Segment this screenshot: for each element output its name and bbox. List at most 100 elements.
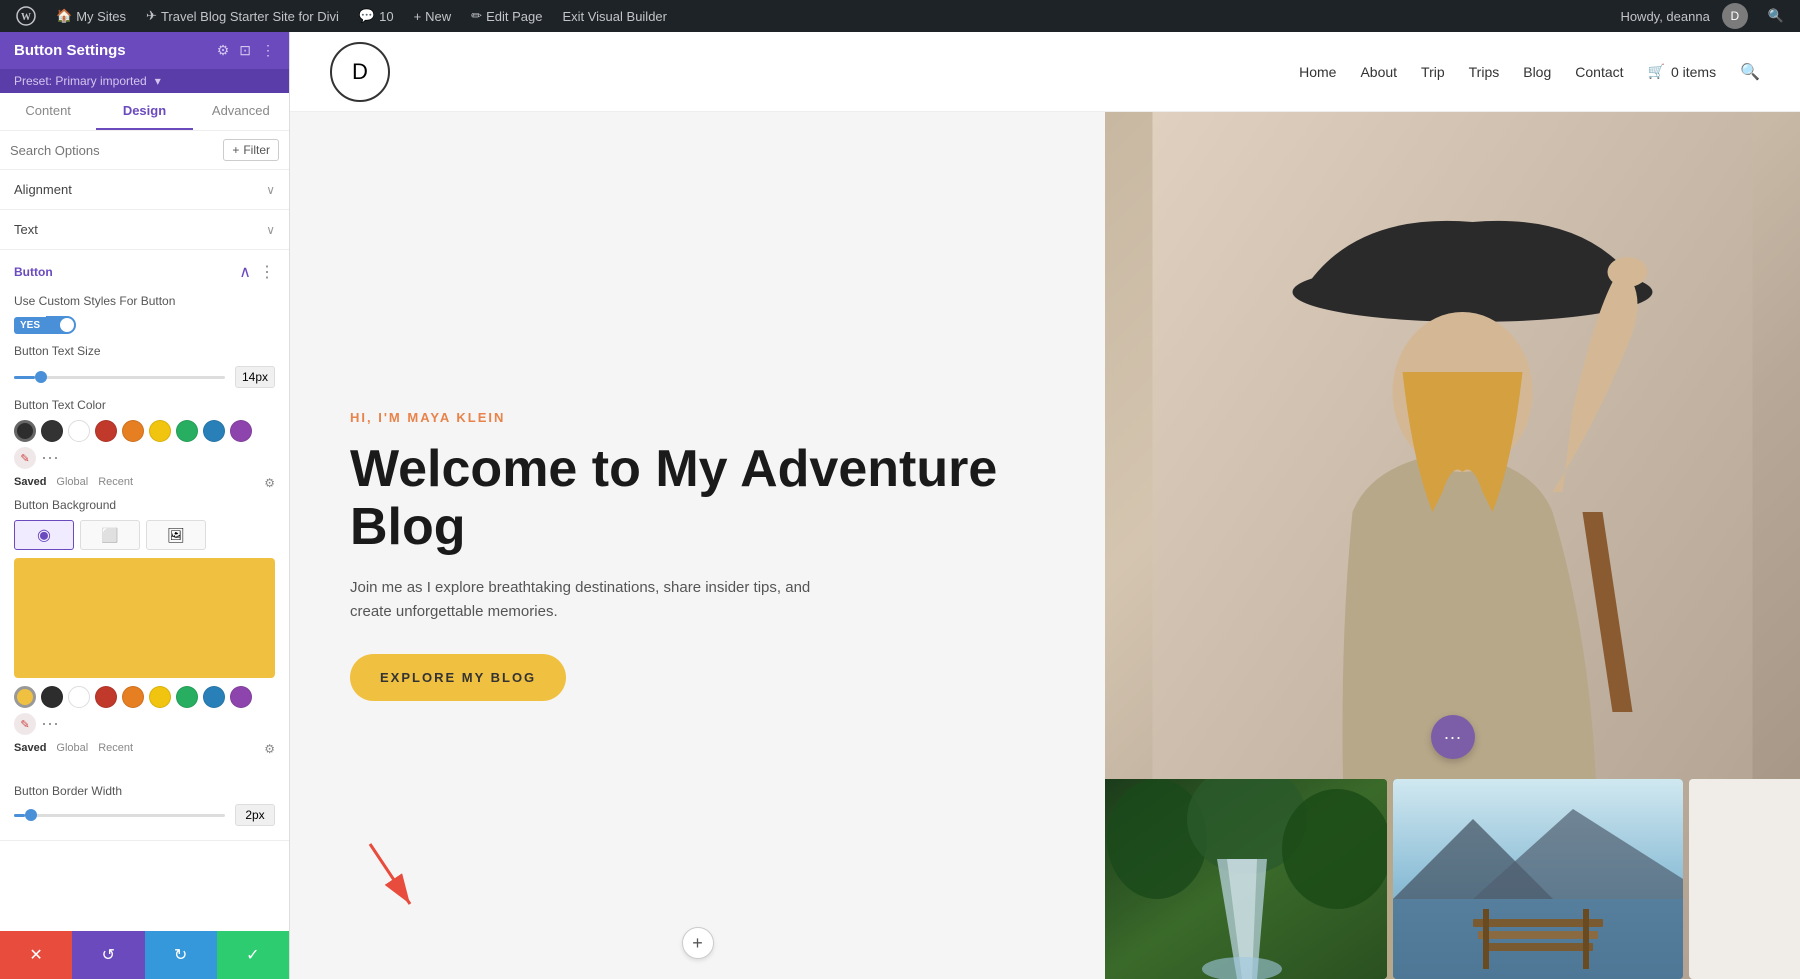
new-item[interactable]: + New [406,0,460,32]
my-sites-item[interactable]: 🏠 My Sites [48,0,134,32]
bg-color-preview[interactable] [14,558,275,678]
bg-color-settings-icon[interactable]: ⚙ [264,742,275,756]
text-size-label-row: Button Text Size [14,344,275,358]
bg-swatch-white[interactable] [68,686,90,708]
border-width-value[interactable]: 2px [235,804,275,826]
options-bubble-button[interactable]: ··· [1431,715,1475,759]
new-label: New [425,9,451,24]
bg-type-row: ◉ ⬜ 🖼 [14,520,275,550]
text-color-label-row: Button Text Color [14,398,275,412]
panel-settings-icon[interactable]: ⚙ [217,42,230,59]
photo-lake [1393,779,1683,979]
hero-subtitle: Join me as I explore breathtaking destin… [350,576,830,624]
filter-plus-icon: + [232,143,239,157]
border-slider-track[interactable] [14,814,225,817]
nav-trip[interactable]: Trip [1421,64,1445,80]
panel-tabs: Content Design Advanced [0,93,289,131]
nav-blog[interactable]: Blog [1523,64,1551,80]
admin-bar-right: Howdy, deanna D 🔍 [1620,0,1792,32]
tab-design[interactable]: Design [96,93,192,130]
edit-page-item[interactable]: ✏ Edit Page [463,0,550,32]
swatch-yellow[interactable] [149,420,171,442]
swatch-darkgray[interactable] [41,420,63,442]
hero-cta-button[interactable]: EXPLORE MY BLOG [350,654,566,701]
bg-swatch-black[interactable] [41,686,63,708]
text-size-slider-thumb[interactable] [35,371,47,383]
wp-logo-icon: W [16,6,36,26]
nav-contact[interactable]: Contact [1575,64,1623,80]
cancel-icon: ✕ [29,945,42,965]
bg-swatch-red[interactable] [95,686,117,708]
bg-gradient-btn[interactable]: ⬜ [80,520,140,550]
swatch-blue[interactable] [203,420,225,442]
border-slider-thumb[interactable] [25,809,37,821]
reset-button[interactable]: ↺ [72,931,144,979]
bg-color-recent[interactable]: Recent [98,742,133,756]
bg-swatch-orange[interactable] [122,686,144,708]
panel-preset[interactable]: Preset: Primary imported ▾ [0,69,289,93]
text-color-saved[interactable]: Saved [14,476,46,490]
search-admin-item[interactable]: 🔍 [1760,0,1792,32]
text-color-settings-icon[interactable]: ⚙ [264,476,275,490]
bg-swatch-blue[interactable] [203,686,225,708]
swatch-orange[interactable] [122,420,144,442]
avatar-item[interactable]: D [1714,0,1756,32]
border-width-label: Button Border Width [14,784,275,798]
alignment-header[interactable]: Alignment ∨ [0,170,289,209]
bg-swatch-green[interactable] [176,686,198,708]
swatch-black[interactable] [14,420,36,442]
options-icon: ··· [1444,727,1462,748]
filter-label: Filter [243,143,270,157]
travel-blog-item[interactable]: ✈ Travel Blog Starter Site for Divi [138,0,347,32]
text-color-more-icon[interactable]: ··· [41,447,59,470]
text-color-picker-icon[interactable]: ✎ [14,447,36,469]
add-section-button[interactable]: + [682,927,714,959]
nav-about[interactable]: About [1360,64,1397,80]
bg-color-global[interactable]: Global [56,742,88,756]
save-button[interactable]: ✓ [217,931,289,979]
text-color-recent[interactable]: Recent [98,476,133,490]
nav-trips[interactable]: Trips [1469,64,1500,80]
exit-builder-item[interactable]: Exit Visual Builder [554,0,675,32]
my-sites-icon: 🏠 [56,8,72,24]
panel-layout-icon[interactable]: ⊡ [239,42,251,59]
site-logo[interactable]: D [330,42,390,102]
bg-swatch-purple[interactable] [230,686,252,708]
cancel-button[interactable]: ✕ [0,931,72,979]
bg-color-more-icon[interactable]: ··· [41,713,59,736]
swatch-purple[interactable] [230,420,252,442]
tab-advanced[interactable]: Advanced [193,93,289,130]
panel-menu-icon[interactable]: ⋮ [261,42,275,59]
tab-content[interactable]: Content [0,93,96,130]
bg-color-picker-icon[interactable]: ✎ [14,713,36,735]
bg-color-saved[interactable]: Saved [14,742,46,756]
swatch-red[interactable] [95,420,117,442]
nav-home[interactable]: Home [1299,64,1336,80]
text-size-value[interactable]: 14px [235,366,275,388]
button-header-controls: ∧ ⋮ [239,262,275,282]
arrow-svg [310,834,430,914]
bg-swatch-yellow[interactable] [14,686,36,708]
custom-styles-toggle[interactable]: YES [14,316,275,334]
button-section-header[interactable]: Button ∧ ⋮ [0,250,289,294]
button-section-menu-icon[interactable]: ⋮ [259,262,275,282]
bg-swatch-yellow2[interactable] [149,686,171,708]
search-input[interactable] [10,143,217,158]
bg-color-btn[interactable]: ◉ [14,520,74,550]
bg-image-btn[interactable]: 🖼 [146,520,206,550]
swatch-white[interactable] [68,420,90,442]
nav-search-icon[interactable]: 🔍 [1740,62,1760,82]
comments-item[interactable]: 💬 10 [351,0,402,32]
hero-section: HI, I'M MAYA KLEIN Welcome to My Adventu… [290,112,1800,979]
nav-cart[interactable]: 🛒 0 items [1648,63,1717,80]
bg-color-icon: ◉ [37,525,51,545]
redo-button[interactable]: ↻ [145,931,217,979]
site-nav: Home About Trip Trips Blog Contact [1299,62,1760,82]
swatch-green[interactable] [176,420,198,442]
text-size-slider-track[interactable] [14,376,225,379]
wp-logo-item[interactable]: W [8,0,44,32]
photo-waterfall [1105,779,1387,979]
filter-button[interactable]: + Filter [223,139,279,161]
text-color-global[interactable]: Global [56,476,88,490]
text-header[interactable]: Text ∨ [0,210,289,249]
